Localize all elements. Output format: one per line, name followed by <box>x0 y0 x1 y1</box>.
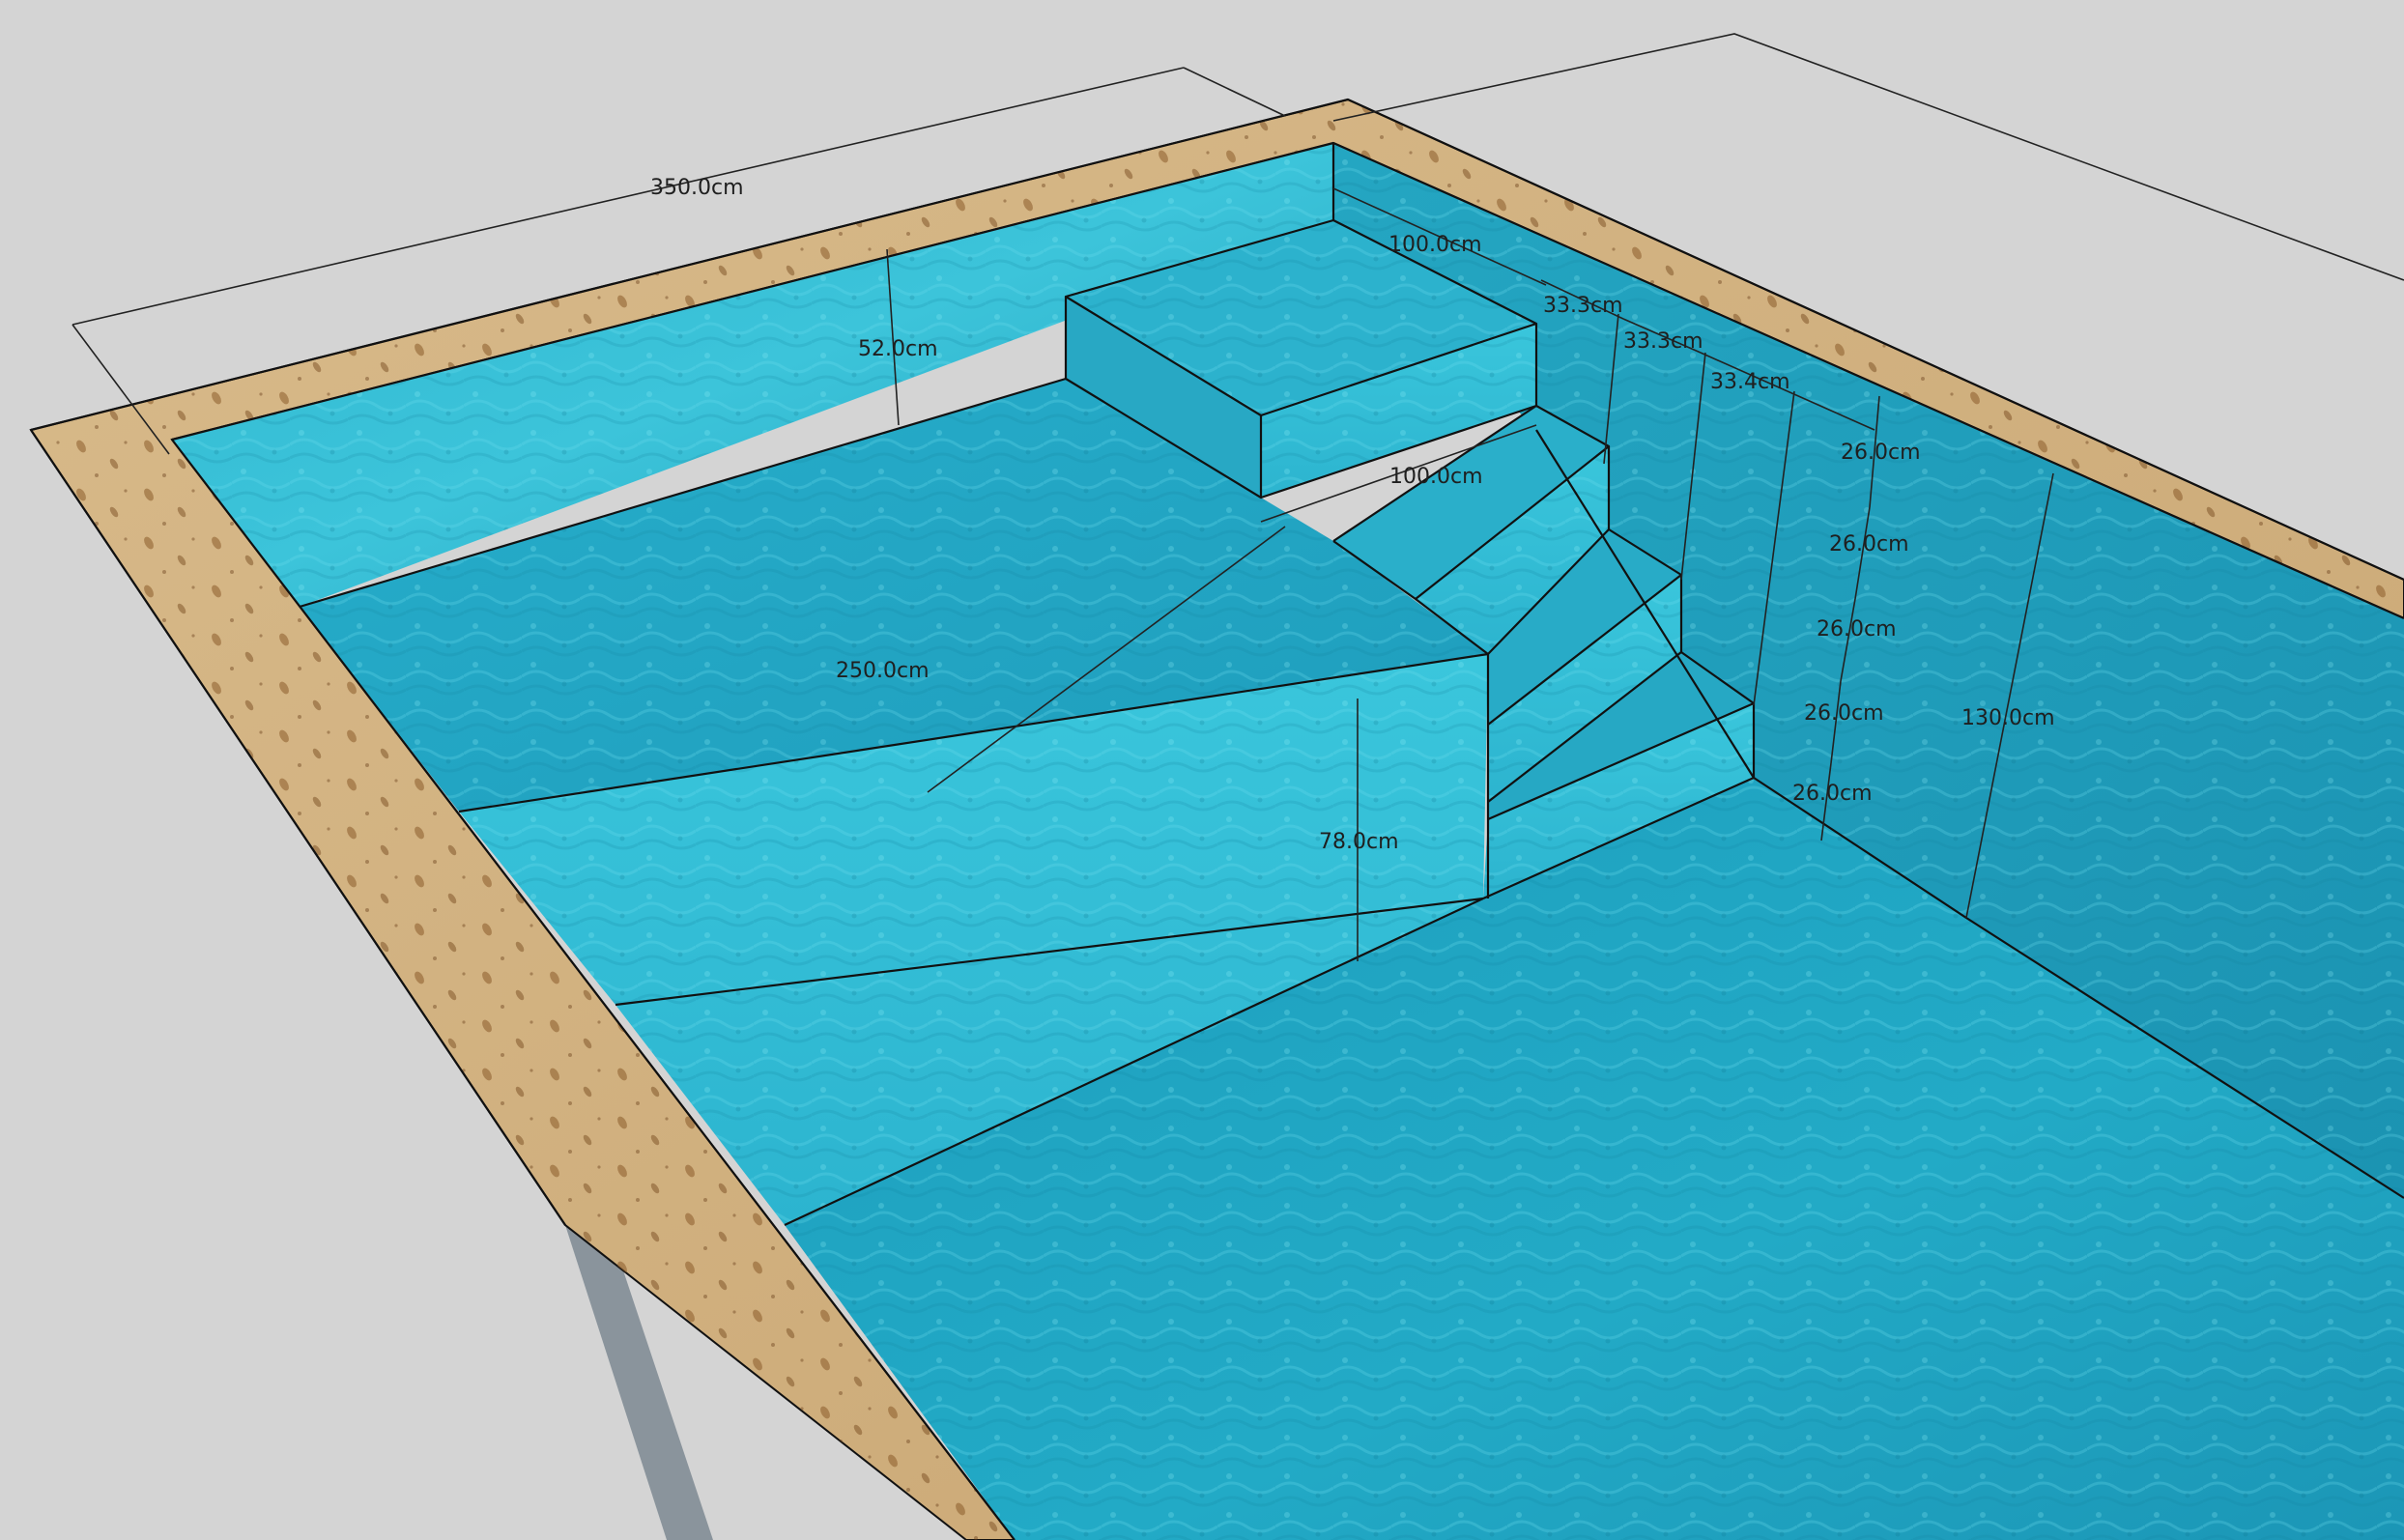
dim-tread-2: 33.3cm <box>1623 329 1703 354</box>
dim-overall-width: 350.0cm <box>650 176 744 200</box>
dim-riser-3: 26.0cm <box>1817 617 1897 642</box>
dim-tread-1: 33.3cm <box>1543 294 1623 318</box>
pool-3d-model: 350.0cm 52.0cm 100.0cm 100.0cm 33.3cm 33… <box>29 33 2404 1540</box>
dim-pool-depth: 130.0cm <box>1961 706 2055 730</box>
dim-riser-4: 26.0cm <box>1804 701 1884 726</box>
dim-tread-3: 33.4cm <box>1710 370 1790 394</box>
dim-riser-5: 26.0cm <box>1792 782 1873 806</box>
dim-top-step-width: 100.0cm <box>1389 465 1483 489</box>
dim-bench-wall-height: 52.0cm <box>858 337 938 361</box>
dim-top-step-depth: 100.0cm <box>1388 233 1482 257</box>
dim-bench-length: 250.0cm <box>836 659 930 683</box>
dim-bench-front-height: 78.0cm <box>1319 830 1399 854</box>
dim-riser-1: 26.0cm <box>1841 441 1921 465</box>
dim-riser-2: 26.0cm <box>1829 532 1909 556</box>
